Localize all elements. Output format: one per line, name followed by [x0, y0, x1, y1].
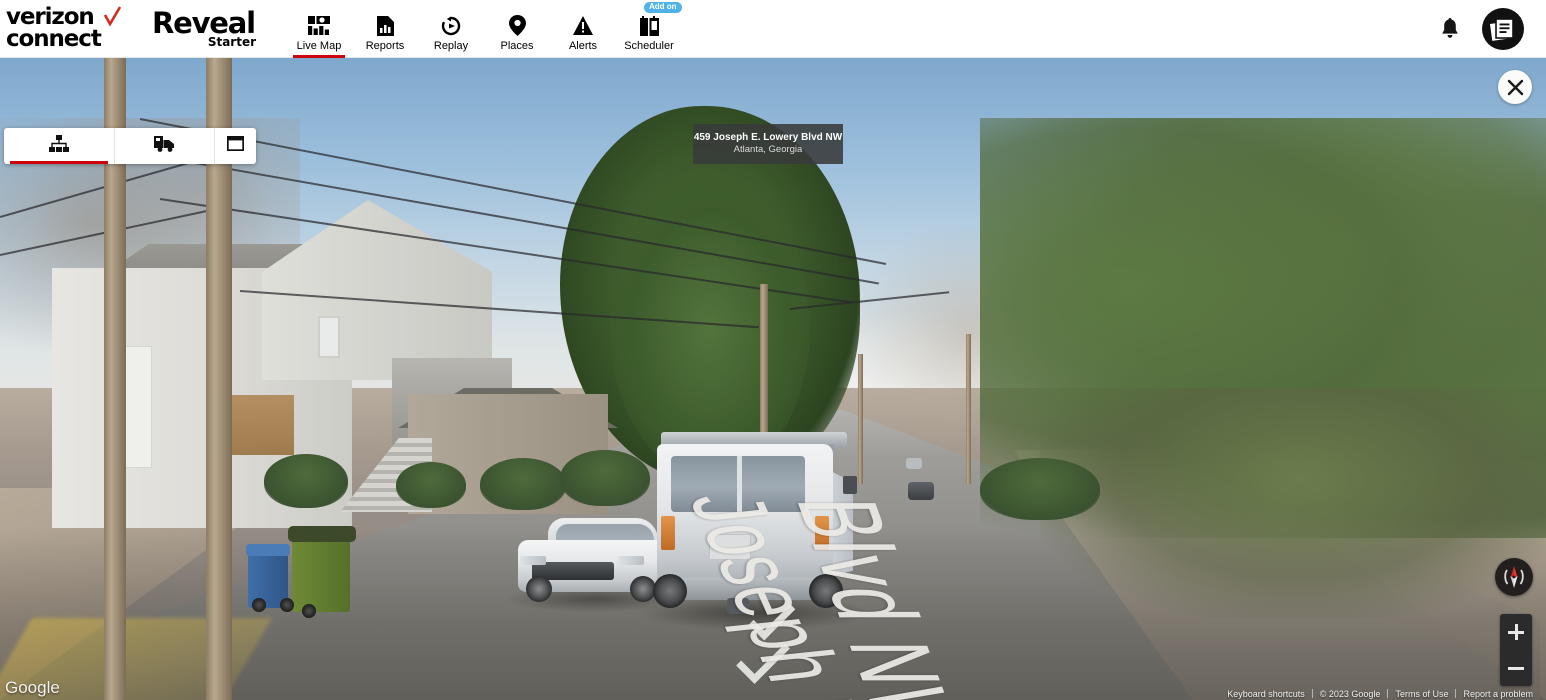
hedge-4: [560, 450, 650, 506]
truck-icon: [153, 135, 176, 157]
white-sedan: [518, 514, 668, 606]
bin-wheel-3: [302, 604, 316, 618]
recycling-bin-lid: [246, 544, 290, 556]
main-nav-items: Live Map Reports Replay Places Alerts Ad…: [286, 0, 682, 58]
address-card: 459 Joseph E. Lowery Blvd NW Atlanta, Ge…: [693, 124, 843, 164]
boarded-window: [232, 395, 294, 455]
zoom-in-button[interactable]: [1500, 614, 1532, 650]
compass-control[interactable]: [1495, 558, 1533, 596]
window-icon: [226, 135, 245, 156]
distant-vehicle-2: [906, 458, 922, 469]
close-street-view-button[interactable]: [1498, 70, 1532, 104]
google-logo: Google: [5, 678, 60, 697]
reveal-product-logo[interactable]: Reveal Starter: [152, 6, 258, 49]
map-attribution-bar: Keyboard shortcuts © 2023 Google Terms o…: [1220, 687, 1546, 700]
replay-icon: [441, 15, 461, 37]
alerts-icon: [573, 15, 593, 37]
hierarchy-icon: [49, 134, 69, 158]
close-icon: [1507, 79, 1523, 95]
verizon-wordmark-line2: connect: [6, 25, 102, 52]
nav-label-replay: Replay: [433, 39, 469, 52]
app-root: verizon connect Reveal Starter Live Map …: [0, 0, 1546, 700]
bin-wheel-2: [280, 598, 294, 612]
address-locality: Atlanta, Georgia: [733, 144, 803, 156]
utility-pole-right: [966, 334, 971, 484]
van-wheel-left: [653, 574, 687, 608]
compass-icon: [1504, 566, 1524, 588]
sedan-headlight-left: [520, 556, 546, 565]
zoom-controls: [1500, 614, 1532, 686]
street-view-viewport[interactable]: Joseph E. Lowery Blvd NW: [0, 58, 1546, 700]
pages-avatar-icon[interactable]: [1482, 7, 1524, 50]
nav-label-scheduler: Scheduler: [624, 39, 674, 52]
nav-item-live-map[interactable]: Live Map: [286, 0, 352, 58]
copyright-text: © 2023 Google: [1319, 688, 1381, 699]
hierarchy-tab[interactable]: [4, 128, 114, 164]
trash-bin: [292, 536, 350, 612]
verizon-connect-logo[interactable]: verizon connect: [6, 6, 122, 52]
live-map-icon: [308, 15, 330, 37]
hedge-1: [264, 454, 348, 508]
hedge-2: [396, 462, 466, 508]
van-side-mirror: [843, 476, 857, 494]
nav-label-live-map: Live Map: [296, 39, 342, 52]
house-upper-window: [318, 316, 340, 358]
reports-icon: [376, 15, 394, 37]
nav-label-reports: Reports: [365, 39, 405, 52]
places-icon: [508, 15, 526, 37]
scheduler-addon-badge: Add on: [644, 1, 682, 13]
utility-pole-far: [858, 354, 863, 484]
hedge-3: [480, 458, 566, 510]
address-street: 459 Joseph E. Lowery Blvd NW: [693, 131, 843, 143]
hedge-5: [980, 458, 1100, 520]
verizon-checkmark-icon: [104, 6, 121, 27]
layout-tab[interactable]: [214, 128, 256, 164]
scheduler-icon: [639, 15, 659, 37]
nav-item-alerts[interactable]: Alerts: [550, 0, 616, 58]
vehicles-tab[interactable]: [114, 128, 214, 164]
nav-item-reports[interactable]: Reports: [352, 0, 418, 58]
zoom-out-button[interactable]: [1500, 650, 1532, 686]
keyboard-shortcuts-link[interactable]: Keyboard shortcuts: [1220, 689, 1312, 699]
nav-right-actions: [1440, 7, 1524, 50]
nav-label-alerts: Alerts: [568, 39, 598, 52]
nav-label-places: Places: [500, 39, 534, 52]
bin-wheel-1: [252, 598, 266, 612]
sedan-wheel-front: [526, 576, 552, 602]
nav-item-places[interactable]: Places: [484, 0, 550, 58]
trash-bin-lid: [288, 526, 356, 542]
right-brush: [1040, 388, 1546, 618]
terms-of-use-link[interactable]: Terms of Use: [1388, 689, 1455, 699]
left-panel-tab-bar: [4, 128, 256, 164]
sedan-headlight-right: [618, 556, 644, 565]
nav-item-scheduler[interactable]: Add on Scheduler: [616, 0, 682, 58]
report-problem-link[interactable]: Report a problem: [1456, 689, 1540, 699]
top-navigation-bar: verizon connect Reveal Starter Live Map …: [0, 0, 1546, 58]
distant-vehicle-1: [908, 482, 934, 500]
reveal-wordmark: Reveal: [152, 6, 256, 40]
van-taillight-left: [661, 516, 675, 550]
nav-item-replay[interactable]: Replay: [418, 0, 484, 58]
bell-icon[interactable]: [1440, 17, 1460, 41]
